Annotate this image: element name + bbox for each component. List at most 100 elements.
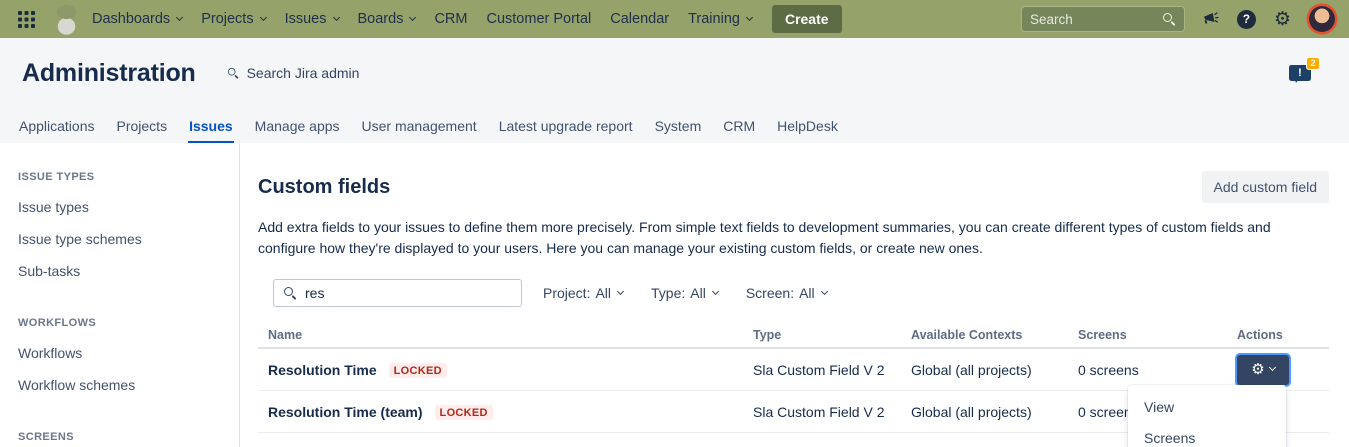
custom-field-search[interactable] <box>273 279 522 307</box>
col-name: Name <box>258 328 753 342</box>
field-screens: 0 screens <box>1078 362 1237 378</box>
tab-crm[interactable]: CRM <box>722 108 756 143</box>
global-search[interactable] <box>1021 6 1185 32</box>
nav-label: Projects <box>201 11 253 27</box>
custom-field-search-input[interactable] <box>305 285 485 301</box>
chevron-down-icon <box>409 13 416 20</box>
filter-label: Type: <box>651 285 685 301</box>
nav-label: Training <box>688 11 740 27</box>
menu-item-view[interactable]: View <box>1128 392 1286 423</box>
help-icon[interactable]: ? <box>1237 10 1256 29</box>
field-contexts: Global (all projects) <box>911 362 1078 378</box>
top-nav: Dashboards Projects Issues Boards CRM Cu… <box>0 0 1349 38</box>
admin-tabs: Applications Projects Issues Manage apps… <box>0 108 1349 143</box>
filter-value: All <box>595 285 611 301</box>
notification-badge: 2 <box>1306 57 1320 70</box>
sidebar-item-sub-tasks[interactable]: Sub-tasks <box>18 255 239 287</box>
chevron-down-icon <box>746 13 753 20</box>
filter-label: Project: <box>543 285 590 301</box>
gear-icon[interactable]: ⚙ <box>1274 10 1291 29</box>
nav-label: Boards <box>358 11 404 27</box>
locked-badge: LOCKED <box>435 405 493 420</box>
search-icon <box>227 67 239 79</box>
col-type: Type <box>753 328 911 342</box>
sidebar-item-issue-types[interactable]: Issue types <box>18 191 239 223</box>
actions-dropdown-menu: View Screens <box>1128 385 1286 447</box>
chevron-down-icon <box>617 287 624 294</box>
sidebar-item-workflows[interactable]: Workflows <box>18 337 239 369</box>
nav-label: CRM <box>434 11 467 27</box>
chevron-down-icon <box>260 13 267 20</box>
tab-projects[interactable]: Projects <box>116 108 169 143</box>
nav-issues[interactable]: Issues <box>285 11 339 27</box>
sidebar-section-issue-types: ISSUE TYPES <box>18 171 239 183</box>
sidebar-item-issue-type-schemes[interactable]: Issue type schemes <box>18 223 239 255</box>
admin-header-zone: Administration Search Jira admin ! 2 App… <box>0 38 1349 143</box>
nav-label: Issues <box>285 11 327 27</box>
admin-search-label: Search Jira admin <box>247 65 360 81</box>
tab-system[interactable]: System <box>654 108 703 143</box>
filter-screen[interactable]: Screen: All <box>746 285 827 301</box>
sidebar-section-screens: SCREENS <box>18 431 239 443</box>
sidebar: ISSUE TYPES Issue types Issue type schem… <box>0 143 240 447</box>
filter-type[interactable]: Type: All <box>651 285 718 301</box>
create-button[interactable]: Create <box>772 5 842 33</box>
nav-label: Dashboards <box>92 11 170 27</box>
nav-menu: Dashboards Projects Issues Boards CRM Cu… <box>92 11 752 27</box>
chevron-down-icon <box>176 13 183 20</box>
field-name: Resolution Time <box>268 362 377 378</box>
section-title: Custom fields <box>258 176 390 199</box>
nav-label: Calendar <box>610 11 669 27</box>
admin-search[interactable]: Search Jira admin <box>226 65 360 81</box>
section-description: Add extra fields to your issues to defin… <box>258 217 1329 259</box>
chevron-down-icon <box>821 287 828 294</box>
nav-training[interactable]: Training <box>688 11 752 27</box>
col-screens: Screens <box>1078 328 1237 342</box>
nav-label: Customer Portal <box>486 11 591 27</box>
search-icon <box>1162 12 1176 26</box>
jira-logo[interactable] <box>53 4 80 35</box>
filter-row: Project: All Type: All Screen: All <box>258 279 1329 307</box>
field-type: Sla Custom Field V 2 <box>753 362 911 378</box>
nav-customer-portal[interactable]: Customer Portal <box>486 11 591 27</box>
row-actions-button[interactable]: ⚙ <box>1237 355 1289 385</box>
admin-header: Administration Search Jira admin ! 2 <box>0 38 1349 108</box>
filter-value: All <box>799 285 815 301</box>
feedback-button[interactable]: ! 2 <box>1289 65 1311 81</box>
nav-crm[interactable]: CRM <box>434 11 467 27</box>
nav-calendar[interactable]: Calendar <box>610 11 669 27</box>
chevron-down-icon <box>712 287 719 294</box>
table-header-row: Name Type Available Contexts Screens Act… <box>258 323 1329 349</box>
sidebar-item-workflow-schemes[interactable]: Workflow schemes <box>18 369 239 401</box>
add-custom-field-button[interactable]: Add custom field <box>1202 171 1330 203</box>
sidebar-section-workflows: WORKFLOWS <box>18 317 239 329</box>
field-type: Sla Custom Field V 2 <box>753 404 911 420</box>
col-available-contexts: Available Contexts <box>911 328 1078 342</box>
user-avatar[interactable] <box>1309 6 1335 32</box>
megaphone-icon[interactable] <box>1203 11 1219 27</box>
nav-dashboards[interactable]: Dashboards <box>92 11 182 27</box>
chevron-down-icon <box>1269 364 1276 371</box>
tab-latest-upgrade-report[interactable]: Latest upgrade report <box>498 108 634 143</box>
page-title: Administration <box>22 59 196 88</box>
tab-helpdesk[interactable]: HelpDesk <box>776 108 839 143</box>
app-switcher-icon[interactable] <box>18 11 35 28</box>
tab-applications[interactable]: Applications <box>18 108 96 143</box>
menu-item-screens[interactable]: Screens <box>1128 423 1286 447</box>
gear-icon: ⚙ <box>1251 362 1264 377</box>
col-actions: Actions <box>1237 328 1329 342</box>
locked-badge: LOCKED <box>389 363 447 378</box>
filter-project[interactable]: Project: All <box>543 285 623 301</box>
tab-user-management[interactable]: User management <box>361 108 478 143</box>
field-name: Resolution Time (team) <box>268 404 423 420</box>
tab-manage-apps[interactable]: Manage apps <box>254 108 341 143</box>
chevron-down-icon <box>332 13 339 20</box>
nav-boards[interactable]: Boards <box>358 11 416 27</box>
global-search-input[interactable] <box>1030 12 1162 27</box>
field-contexts: Global (all projects) <box>911 404 1078 420</box>
nav-projects[interactable]: Projects <box>201 11 265 27</box>
filter-value: All <box>690 285 706 301</box>
tab-issues[interactable]: Issues <box>188 108 234 143</box>
filter-label: Screen: <box>746 285 794 301</box>
nav-right-cluster: ? ⚙ <box>1021 6 1335 32</box>
